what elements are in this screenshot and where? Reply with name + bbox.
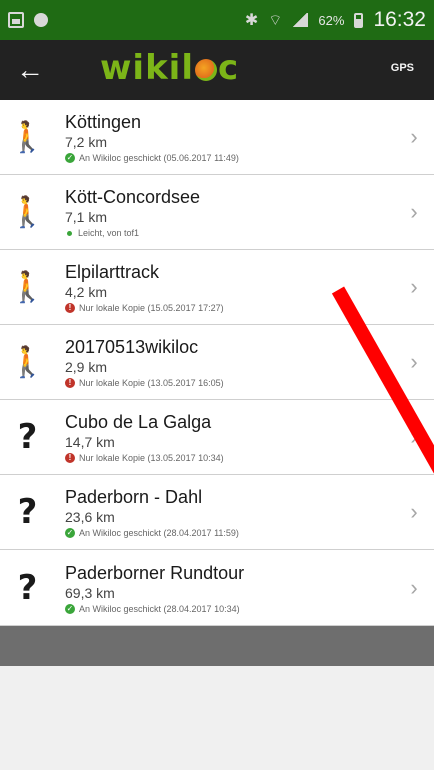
- question-icon: ?: [17, 492, 38, 532]
- battery-percent: 62%: [318, 12, 345, 28]
- track-status-text: An Wikiloc geschickt (28.04.2017 10:34): [79, 603, 240, 614]
- sent-check-icon: ✓: [65, 528, 75, 538]
- track-info: Paderborn - Dahl 23,6 km ✓ An Wikiloc gesch…: [55, 484, 394, 540]
- track-info: Köttingen 7,2 km ✓ An Wikiloc geschickt (05…: [55, 109, 394, 165]
- track-row[interactable]: ? Paderborner Rundtour 69,3 km ✓ An Wikiloc …: [0, 550, 434, 626]
- difficulty-dot-icon: [67, 230, 72, 236]
- track-row[interactable]: ? Cubo de La Galga 14,7 km! Nur lokale Kopi…: [0, 400, 434, 475]
- hiker-icon: 🚶: [8, 344, 47, 380]
- chevron-right-icon: ›: [410, 199, 418, 224]
- track-status-text: An Wikiloc geschickt (05.06.2017 11:49): [79, 153, 239, 163]
- track-info: Elpilarttrack 4,2 km! Nur lokale Kopie (15…: [55, 259, 394, 315]
- track-status: ✓ An Wikiloc geschickt (05.06.2017 11:49): [65, 151, 394, 165]
- track-info: Cubo de La Galga 14,7 km! Nur lokale Kopie…: [55, 409, 394, 465]
- question-icon: ?: [17, 567, 38, 608]
- track-row[interactable]: 🚶 20170513wikiloc 2,9 km! Nur lokale Kopie …: [0, 325, 434, 400]
- footer-band: [0, 626, 434, 666]
- track-info: 20170513wikiloc 2,9 km! Nur lokale Kopie (…: [55, 334, 394, 390]
- chevron-right-icon: ›: [410, 424, 418, 449]
- track-title: Elpilarttrack: [65, 262, 160, 282]
- track-row[interactable]: 🚶 Kött-Concordsee 7,1 km Leicht, von tof1 ›: [0, 175, 434, 250]
- bluetooth-icon: ✱: [244, 12, 259, 29]
- status-left: [8, 12, 48, 28]
- track-info: Paderborner Rundtour 69,3 km ✓ An Wikiloc g…: [55, 560, 394, 616]
- track-distance: 7,1 km: [65, 209, 108, 225]
- track-row[interactable]: ? Paderborn - Dahl 23,6 km ✓ An Wikiloc gesc…: [0, 475, 434, 550]
- chevron-right-icon: ›: [410, 124, 418, 149]
- track-status-text: Nur lokale Kopie (13.05.2017 16:05): [79, 378, 224, 388]
- track-distance: 69,3 km: [65, 584, 115, 601]
- track-status-text: Nur lokale Kopie (13.05.2017 10:34): [79, 453, 224, 463]
- wifi-icon: ⌔: [268, 11, 283, 29]
- back-arrow-icon[interactable]: ←: [16, 54, 56, 86]
- track-distance: 14,7 km: [65, 434, 115, 450]
- status-bar: ✱ ⌔ 62% 16:32: [0, 0, 434, 40]
- track-status: ✓ An Wikiloc geschickt (28.04.2017 11:59): [65, 526, 394, 540]
- sent-check-icon: ✓: [65, 603, 75, 614]
- track-status: ! Nur lokale Kopie (13.05.2017 16:05): [65, 376, 394, 390]
- track-status-text: Nur lokale Kopie (15.05.2017 17:27): [79, 303, 224, 313]
- chat-notification-icon: [34, 13, 48, 27]
- hiker-icon: 🚶: [8, 119, 47, 155]
- track-status: Leicht, von tof1: [65, 226, 394, 240]
- track-info: Kött-Concordsee 7,1 km Leicht, von tof1: [55, 184, 394, 240]
- wikiloc-logo: wikil c: [100, 48, 240, 88]
- chevron-right-icon: ›: [410, 349, 418, 374]
- track-status-text: Leicht, von tof1: [78, 228, 140, 238]
- track-list: 🚶 Köttingen 7,2 km ✓ An Wikiloc geschickt (0…: [0, 100, 434, 626]
- warning-icon: !: [65, 378, 75, 388]
- track-title: Kött-Concordsee: [65, 187, 201, 207]
- chevron-right-icon: ›: [410, 274, 418, 299]
- clock: 16:32: [373, 8, 426, 31]
- track-distance: 23,6 km: [65, 509, 115, 525]
- chevron-right-icon: ›: [410, 499, 418, 524]
- gps-button[interactable]: GPS: [391, 62, 414, 74]
- track-title: Paderborn - Dahl: [65, 487, 203, 507]
- status-right: ✱ ⌔ 62% 16:32: [245, 8, 426, 32]
- question-icon: ?: [17, 417, 38, 457]
- track-status: ✓ An Wikiloc geschickt (28.04.2017 10:34): [65, 602, 394, 616]
- warning-icon: !: [65, 453, 75, 463]
- track-title: 20170513wikiloc: [65, 337, 199, 357]
- track-title: Cubo de La Galga: [65, 412, 212, 432]
- track-distance: 2,9 km: [65, 359, 108, 375]
- logo-o-icon: [194, 59, 217, 81]
- track-status: ! Nur lokale Kopie (13.05.2017 10:34): [65, 451, 394, 465]
- warning-icon: !: [65, 303, 75, 313]
- chevron-right-icon: ›: [410, 574, 418, 600]
- hiker-icon: 🚶: [8, 269, 47, 305]
- app-bar: ← wikil c GPS: [0, 40, 434, 100]
- track-distance: 7,2 km: [65, 134, 108, 150]
- hiker-icon: 🚶: [8, 194, 47, 230]
- track-status-text: An Wikiloc geschickt (28.04.2017 11:59): [79, 528, 239, 538]
- battery-icon: [354, 12, 364, 28]
- track-distance: 4,2 km: [65, 284, 108, 300]
- track-status: ! Nur lokale Kopie (15.05.2017 17:27): [65, 301, 394, 315]
- gallery-notification-icon: [8, 12, 24, 28]
- track-row[interactable]: 🚶 Elpilarttrack 4,2 km! Nur lokale Kopie (1…: [0, 250, 434, 325]
- track-title: Köttingen: [65, 112, 142, 132]
- track-row[interactable]: 🚶 Köttingen 7,2 km ✓ An Wikiloc geschickt (0…: [0, 100, 434, 175]
- track-title: Paderborner Rundtour: [65, 562, 245, 583]
- sent-check-icon: ✓: [65, 153, 75, 163]
- signal-icon: [292, 13, 309, 27]
